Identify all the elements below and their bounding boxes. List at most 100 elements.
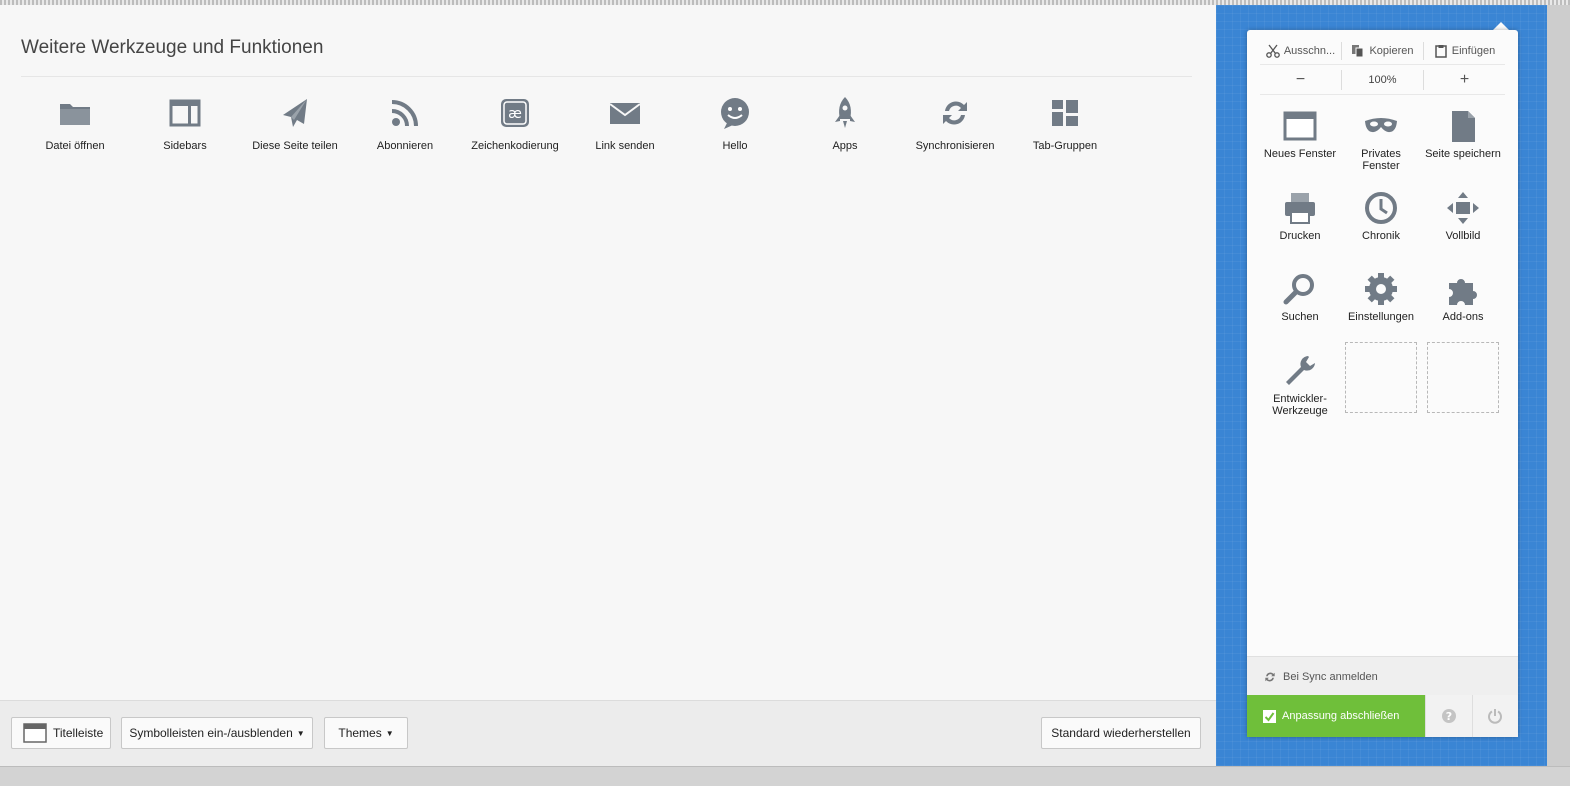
panel-footer: Anpassung abschließen ?	[1247, 695, 1518, 737]
palette-item-label: Sidebars	[163, 140, 207, 152]
item-label: Add-ons	[1442, 311, 1484, 323]
private-window-button[interactable]: Privates Fenster	[1341, 108, 1421, 172]
copy-icon	[1352, 45, 1364, 58]
new-window-button[interactable]: Neues Fenster	[1260, 108, 1340, 160]
palette-item-sidebars[interactable]: Sidebars	[130, 95, 240, 155]
palette-item-hello[interactable]: Hello	[680, 95, 790, 155]
restore-defaults-label: Standard wiederherstellen	[1051, 726, 1191, 740]
palette-item-share-page[interactable]: Diese Seite teilen	[240, 95, 350, 155]
themes-label: Themes	[338, 726, 382, 740]
developer-tools-button[interactable]: Entwickler-Werkzeuge	[1260, 353, 1340, 417]
palette-item-label: Abonnieren	[376, 140, 434, 152]
divider	[21, 76, 1192, 77]
item-label: Entwickler-Werkzeuge	[1272, 393, 1328, 417]
history-button[interactable]: Chronik	[1341, 190, 1421, 242]
toolbars-label: Symbolleisten ein-/ausblenden	[129, 726, 293, 740]
page-icon	[1452, 111, 1475, 142]
item-label: Drucken	[1279, 230, 1321, 242]
empty-slot[interactable]	[1345, 342, 1417, 413]
restore-defaults-button[interactable]: Standard wiederherstellen	[1041, 717, 1201, 749]
sync-signin-button[interactable]: Bei Sync anmelden	[1247, 656, 1518, 696]
power-icon	[1488, 709, 1503, 724]
fullscreen-button[interactable]: Vollbild	[1423, 190, 1503, 242]
customize-area: Weitere Werkzeuge und Funktionen Datei ö…	[0, 5, 1216, 766]
mask-icon	[1365, 118, 1397, 133]
zoom-out-button[interactable]: −	[1260, 66, 1341, 94]
palette-item-label: Synchronisieren	[915, 140, 995, 152]
palette-item-label: Apps	[832, 140, 858, 152]
item-label: Privates Fenster	[1361, 148, 1401, 172]
palette-item-open-file[interactable]: Datei öffnen	[20, 95, 130, 155]
toolbars-dropdown-button[interactable]: Symbolleisten ein-/ausblenden ▼	[121, 717, 313, 749]
paper-plane-icon	[283, 99, 307, 127]
palette-item-send-link[interactable]: Link senden	[570, 95, 680, 155]
window-icon	[1283, 111, 1317, 141]
chat-bubble-icon	[721, 98, 749, 129]
empty-slot[interactable]	[1427, 342, 1499, 413]
folder-icon	[60, 104, 90, 125]
page-title: Weitere Werkzeuge und Funktionen	[21, 37, 324, 58]
help-button[interactable]: ?	[1425, 695, 1472, 737]
print-button[interactable]: Drucken	[1260, 190, 1340, 242]
item-label: Chronik	[1362, 230, 1400, 242]
settings-button[interactable]: Einstellungen	[1341, 271, 1421, 323]
cut-button[interactable]: Ausschn...	[1260, 38, 1341, 64]
palette-item-label: Hello	[722, 140, 748, 152]
svg-text:?: ?	[1446, 710, 1452, 723]
palette-item-subscribe[interactable]: Abonnieren	[350, 95, 460, 155]
cut-label: Ausschn...	[1283, 45, 1336, 57]
fullscreen-icon	[1447, 192, 1479, 224]
rss-icon	[391, 100, 418, 127]
palette-item-label: Tab-Gruppen	[1032, 140, 1098, 152]
quit-button[interactable]	[1471, 695, 1518, 737]
window-edge	[1547, 5, 1570, 766]
sync-icon	[1265, 672, 1275, 681]
envelope-icon	[609, 103, 641, 124]
titlebar-label: Titelleiste	[53, 726, 104, 740]
palette-item-label: Diese Seite teilen	[252, 140, 338, 152]
character-encoding-icon: æ	[501, 99, 529, 127]
window-icon	[23, 723, 47, 743]
finish-customizing-label: Anpassung abschließen	[1282, 710, 1400, 722]
palette-item-label: Link senden	[595, 140, 655, 152]
copy-button[interactable]: Kopieren	[1342, 38, 1423, 64]
clock-icon	[1365, 192, 1397, 224]
item-label: Einstellungen	[1347, 311, 1415, 323]
paste-button[interactable]: Einfügen	[1424, 38, 1505, 64]
sidebar-icon	[169, 99, 201, 127]
save-page-button[interactable]: Seite speichern	[1423, 108, 1503, 160]
item-label: Neues Fenster	[1263, 148, 1337, 160]
search-icon	[1283, 274, 1314, 305]
panel-arrow	[1493, 22, 1509, 30]
check-icon	[1263, 709, 1276, 723]
chevron-down-icon: ▼	[296, 728, 305, 738]
svg-text:æ: æ	[508, 106, 522, 122]
palette-item-character-encoding[interactable]: æ Zeichenkodierung	[460, 95, 570, 155]
finish-customizing-button[interactable]: Anpassung abschließen	[1247, 695, 1425, 737]
wrench-icon	[1286, 356, 1315, 385]
item-label: Vollbild	[1445, 230, 1481, 242]
puzzle-icon	[1449, 279, 1477, 305]
tab-groups-icon	[1052, 100, 1078, 126]
zoom-in-button[interactable]: +	[1424, 66, 1505, 94]
menu-panel: Ausschn... Kopieren Einfügen − 100% + Ne…	[1247, 30, 1518, 737]
palette-item-sync[interactable]: Synchronisieren	[900, 95, 1010, 155]
zoom-controls: − 100% +	[1260, 66, 1505, 95]
themes-dropdown-button[interactable]: Themes ▼	[324, 717, 408, 749]
search-button[interactable]: Suchen	[1260, 271, 1340, 323]
addons-button[interactable]: Add-ons	[1423, 271, 1503, 323]
titlebar-toggle-button[interactable]: Titelleiste	[11, 717, 111, 749]
sync-label: Bei Sync anmelden	[1283, 670, 1378, 683]
item-label: Seite speichern	[1425, 148, 1501, 160]
copy-label: Kopieren	[1369, 45, 1414, 57]
zoom-reset-button[interactable]: 100%	[1342, 66, 1423, 94]
palette-item-apps[interactable]: Apps	[790, 95, 900, 155]
clipboard-icon	[1435, 45, 1447, 58]
rocket-icon	[835, 97, 855, 128]
help-icon: ?	[1441, 709, 1456, 723]
palette-item-tab-groups[interactable]: Tab-Gruppen	[1010, 95, 1120, 155]
customize-footer-bar: Titelleiste Symbolleisten ein-/ausblende…	[0, 700, 1216, 767]
status-strip	[0, 766, 1570, 786]
edit-controls: Ausschn... Kopieren Einfügen	[1260, 38, 1505, 65]
chevron-down-icon: ▼	[385, 728, 394, 738]
